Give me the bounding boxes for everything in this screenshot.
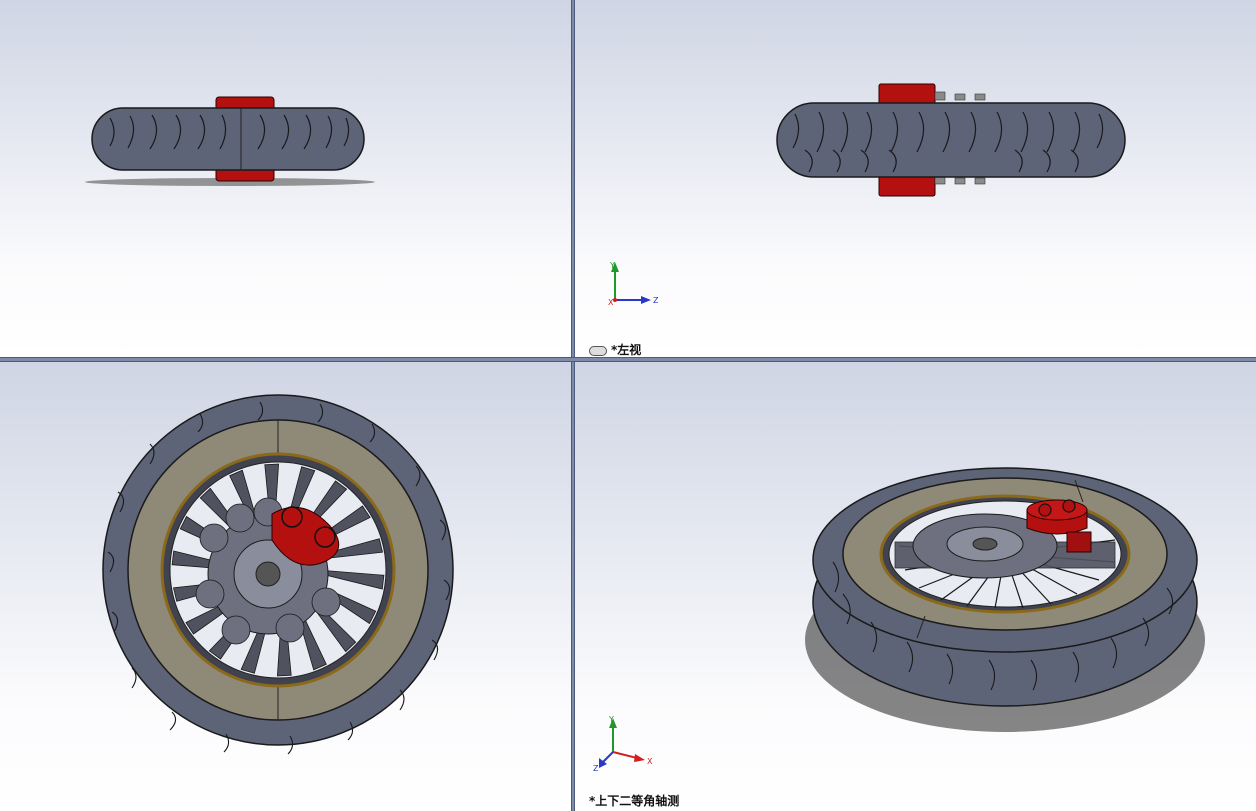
viewport-bottom-left[interactable] — [0, 362, 571, 811]
viewport-splitter-vertical[interactable] — [571, 0, 575, 811]
view-label-isometric: *上下二等角轴测 — [589, 794, 680, 808]
view-label-left: *左视 — [589, 341, 641, 357]
triad-y-label: Y — [608, 715, 614, 724]
view-name-left: *左视 — [611, 343, 642, 357]
triad-x-label: X — [647, 757, 653, 766]
triad-y-label: Y — [609, 261, 615, 270]
wheel-model-isometric-view — [805, 467, 1205, 732]
viewport-top-left[interactable] — [0, 0, 571, 357]
viewport-splitter-horizontal[interactable] — [0, 357, 1256, 362]
coordinate-triad-icon: Y X Z — [593, 715, 653, 773]
viewport-top-right[interactable]: Y Z X *左视 — [575, 0, 1256, 357]
triad-x-label: X — [608, 298, 614, 307]
triad-z-label: Z — [653, 296, 659, 305]
coordinate-triad-icon: Y Z X — [608, 261, 659, 307]
link-icon[interactable] — [589, 345, 607, 356]
wheel-model-front-view — [102, 394, 454, 755]
viewport-bottom-right[interactable]: Y X Z *上下二等角轴测 — [575, 362, 1256, 811]
wheel-model-top-view — [85, 96, 375, 186]
wheel-model-left-view — [776, 83, 1126, 197]
triad-z-label: Z — [593, 764, 599, 773]
